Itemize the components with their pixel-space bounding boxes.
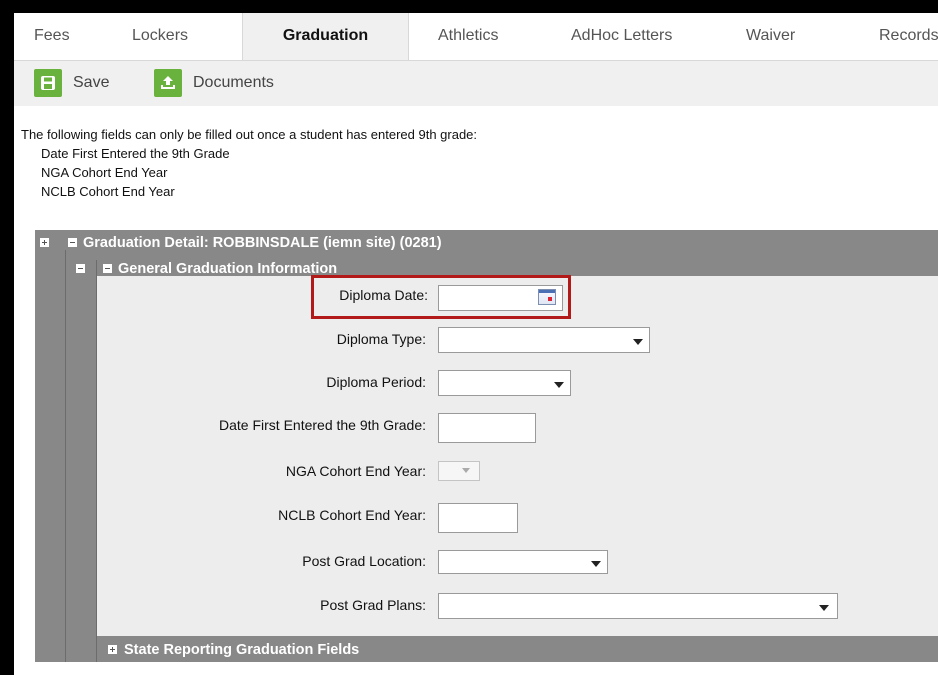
chevron-down-icon: [633, 339, 643, 345]
collapse-icon[interactable]: [68, 238, 77, 247]
save-label: Save: [73, 74, 110, 91]
floppy-disk-icon: [34, 69, 62, 97]
diploma-type-select[interactable]: [438, 327, 650, 353]
general-section-title: General Graduation Information: [118, 260, 338, 277]
post-grad-plans-label: Post Grad Plans:: [320, 597, 426, 613]
diploma-period-select[interactable]: [438, 370, 571, 396]
chevron-down-icon: [462, 468, 470, 473]
tab-waiver[interactable]: Waiver: [746, 13, 795, 61]
post-grad-plans-select[interactable]: [438, 593, 838, 619]
action-toolbar: Save Documents: [14, 61, 938, 106]
graduation-detail-title: Graduation Detail: ROBBINSDALE (iemn sit…: [83, 234, 442, 251]
diploma-date-label: Diploma Date:: [339, 287, 428, 303]
notice-item: NGA Cohort End Year: [41, 165, 168, 180]
tab-lockers[interactable]: Lockers: [132, 13, 188, 61]
chevron-down-icon: [591, 561, 601, 567]
diploma-type-label: Diploma Type:: [336, 331, 426, 347]
nclb-cohort-label: NCLB Cohort End Year:: [278, 507, 426, 523]
notice-item: Date First Entered the 9th Grade: [41, 146, 230, 161]
chevron-down-icon: [819, 605, 829, 611]
graduation-detail-header: Graduation Detail: ROBBINSDALE (iemn sit…: [40, 234, 442, 251]
nga-cohort-select[interactable]: [438, 461, 480, 481]
notice-intro: The following fields can only be filled …: [21, 127, 478, 142]
grade-notice: The following fields can only be filled …: [14, 106, 938, 222]
post-grad-location-label: Post Grad Location:: [302, 553, 426, 569]
window-frame-top: [0, 0, 938, 13]
tab-records[interactable]: Records: [879, 13, 938, 61]
documents-label: Documents: [193, 74, 274, 91]
collapse-icon[interactable]: [76, 264, 85, 273]
window-frame-left: [0, 0, 14, 675]
notice-item: NCLB Cohort End Year: [41, 184, 175, 199]
date-first-9th-label: Date First Entered the 9th Grade:: [219, 417, 426, 433]
state-reporting-header[interactable]: State Reporting Graduation Fields: [108, 641, 359, 658]
date-first-9th-field[interactable]: [438, 413, 536, 443]
upload-icon: [154, 69, 182, 97]
save-button[interactable]: Save: [34, 69, 109, 97]
calendar-icon[interactable]: [538, 289, 556, 305]
chevron-down-icon: [554, 382, 564, 388]
diploma-period-label: Diploma Period:: [326, 374, 426, 390]
tab-bar: Fees Lockers Graduation Athletics AdHoc …: [14, 13, 938, 61]
collapse-icon[interactable]: [103, 264, 112, 273]
nga-cohort-label: NGA Cohort End Year:: [285, 463, 426, 479]
nclb-cohort-field[interactable]: [438, 503, 518, 533]
tree-divider: [65, 250, 66, 662]
documents-button[interactable]: Documents: [154, 69, 274, 97]
tab-athletics[interactable]: Athletics: [438, 13, 498, 61]
tab-fees[interactable]: Fees: [34, 13, 70, 61]
post-grad-location-select[interactable]: [438, 550, 608, 574]
tab-adhoc-letters[interactable]: AdHoc Letters: [571, 13, 672, 61]
state-section-title: State Reporting Graduation Fields: [124, 641, 360, 658]
general-section-header: General Graduation Information: [76, 260, 337, 277]
tab-graduation[interactable]: Graduation: [242, 13, 409, 61]
expand-icon[interactable]: [108, 645, 117, 654]
expand-all-icon[interactable]: [40, 238, 49, 247]
